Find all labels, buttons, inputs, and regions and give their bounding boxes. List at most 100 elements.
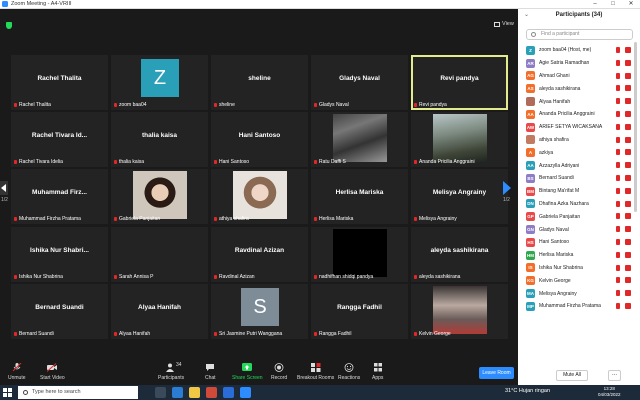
task-view-icon[interactable] [155,387,166,398]
taskbar-clock[interactable]: 13:28 04/03/2022 [598,386,621,398]
start-video-button[interactable]: Start Video [40,363,65,381]
participant-row[interactable]: AA Ananda Pricilia Anggraini [526,108,640,121]
muted-microphone-icon [616,290,620,297]
participant-row[interactable]: Aazkiya [526,146,640,159]
record-button[interactable]: Record [271,363,287,381]
avatar: MA [526,289,535,299]
participant-row[interactable]: HS Hani Santoso [526,236,640,249]
participant-row[interactable]: MA Melisya Angrainy [526,287,640,300]
file-explorer-icon[interactable] [189,387,200,398]
muted-microphone-icon [616,264,620,271]
chrome-icon[interactable] [206,387,217,398]
video-tile[interactable]: Hani Santoso Hani Santoso [211,112,308,167]
video-tile[interactable]: S Sri Jasmine Putri Wanggana [211,284,308,339]
participant-list-scrollbar[interactable] [634,42,637,212]
video-tile[interactable]: Revi pandya Revi pandya [411,55,508,110]
video-tile[interactable]: Ravdinal Azizan Ravdinal Azizan [211,227,308,282]
avatar: BS [526,173,535,183]
tile-display-name: Rachel Tivara Id... [31,132,88,139]
video-tile[interactable]: aleyda sashikirana aleyda sashikirana [411,227,508,282]
video-tile[interactable]: Gabriela Panjaitan [111,169,208,224]
video-tile[interactable]: Sarah Annisa P [111,227,208,282]
leave-room-button[interactable]: Leave Room [479,367,514,379]
taskbar-search-input[interactable]: Type here to search [18,386,138,399]
tile-name-label: Revi pandya [414,102,447,108]
participants-count: 34 [176,362,182,368]
video-tile[interactable]: Kelvin George [411,284,508,339]
video-off-icon [625,59,631,66]
muted-microphone-icon [616,238,620,245]
participant-row[interactable]: IS Ishika Nur Shabrina [526,262,640,275]
video-tile[interactable]: Muhammad Firz... Muhammad Firzha Pratama [11,169,108,224]
security-shield-icon[interactable] [6,22,12,29]
participant-row[interactable]: AR Agie Satria Ramadhan [526,57,640,70]
participant-row[interactable]: Zzoom baa04 (Host, me) [526,44,640,57]
muted-microphone-icon [616,174,620,181]
participant-row[interactable]: BS Bernard Suandi [526,172,640,185]
tile-name-label: Rachel Thalita [14,102,51,108]
participant-row[interactable]: AG Ahmad Ghani [526,70,640,83]
participant-row[interactable]: DN Dhafina Azka Nazhara [526,198,640,211]
avatar: GP [526,212,535,222]
tile-name-label: aleyda sashikirana [414,274,460,280]
video-tile[interactable]: Bernard Suandi Bernard Suandi [11,284,108,339]
breakout-rooms-button[interactable]: Breakout Rooms [297,363,334,381]
participant-row[interactable]: MP Muhammad Firzha Pratama [526,300,640,313]
windows-start-icon[interactable] [3,388,12,397]
video-tile[interactable]: Rachel Thalita Rachel Thalita [11,55,108,110]
reactions-button[interactable]: Reactions [338,363,360,381]
participant-row[interactable]: AA Azzazylla Adriyani [526,159,640,172]
edge-browser-icon[interactable] [172,387,183,398]
apps-button[interactable]: Apps [372,363,383,381]
participant-row[interactable]: BM Bintang Ma'rifat M [526,185,640,198]
participant-row[interactable]: GN Gladys Naval [526,223,640,236]
unmute-button[interactable]: Unmute [8,362,26,381]
participant-search-input[interactable]: Find a participant [526,29,633,40]
more-options-button[interactable]: ... [608,370,621,381]
zoom-window: Zoom Meeting - A4-VRIII – □ ✕ View Rache… [0,0,640,385]
participant-row[interactable]: athiya shafira [526,134,640,147]
video-tile[interactable]: Rangga Fadhil Rangga Fadhil [311,284,408,339]
participant-row[interactable]: KG Kelvin George [526,274,640,287]
participant-row[interactable]: AS aleyda sashikirana [526,82,640,95]
muted-microphone-icon [616,277,620,284]
muted-microphone-icon [314,332,317,336]
participant-row[interactable]: AW ARIEF SETYA WICAKSANA [526,121,640,134]
video-tile[interactable]: Alyaa Hanifah Alyaa Hanifah [111,284,208,339]
weather-widget[interactable]: 31°C Hujan ringan [505,388,550,394]
minimize-icon[interactable]: – [586,0,604,9]
word-icon[interactable] [223,387,234,398]
video-tile[interactable]: athiya shafira [211,169,308,224]
avatar: AA [526,161,535,171]
chat-button[interactable]: Chat [205,363,216,381]
participant-row[interactable]: GP Gabriela Panjaitan [526,210,640,223]
maximize-icon[interactable]: □ [604,0,622,9]
avatar: KG [526,276,535,286]
video-tile[interactable]: Zzoom baa04 [111,55,208,110]
video-tile[interactable]: Ananda Pricilia Anggraini [411,112,508,167]
share-screen-button[interactable]: Share Screen [232,363,263,381]
video-tile[interactable]: nadhifhan shidqi pandya [311,227,408,282]
video-tile[interactable]: Ratu Daffi S [311,112,408,167]
video-tile[interactable]: Rachel Tivara Id... Rachel Tivara Idelia [11,112,108,167]
video-tile[interactable]: sheline sheline [211,55,308,110]
video-tile[interactable]: Ishika Nur Shabri... Ishika Nur Shabrina [11,227,108,282]
close-icon[interactable]: ✕ [622,0,640,9]
video-tile[interactable]: Gladys Naval Gladys Naval [311,55,408,110]
tile-name-label: Herlisa Mariska [314,216,353,222]
video-tile[interactable]: thalia kaisa thalia kaisa [111,112,208,167]
video-tile[interactable]: Melisya Angrainy Melisya Angrainy [411,169,508,224]
participant-row[interactable]: Alyaa Hanifah [526,95,640,108]
view-button[interactable]: View [494,21,514,27]
video-off-icon [625,290,631,297]
muted-microphone-icon [414,160,417,164]
participant-row[interactable]: HM Herlisa Mariska [526,249,640,262]
mute-all-button[interactable]: Mute All [556,370,588,381]
video-off-icon [625,302,631,309]
video-tile[interactable]: Herlisa Mariska Herlisa Mariska [311,169,408,224]
zoom-taskbar-icon[interactable] [240,387,251,398]
tile-display-name: Hani Santoso [238,132,281,139]
prev-page-arrow-icon[interactable] [0,181,8,195]
grid-view-icon [494,21,500,27]
video-off-icon [625,200,631,207]
